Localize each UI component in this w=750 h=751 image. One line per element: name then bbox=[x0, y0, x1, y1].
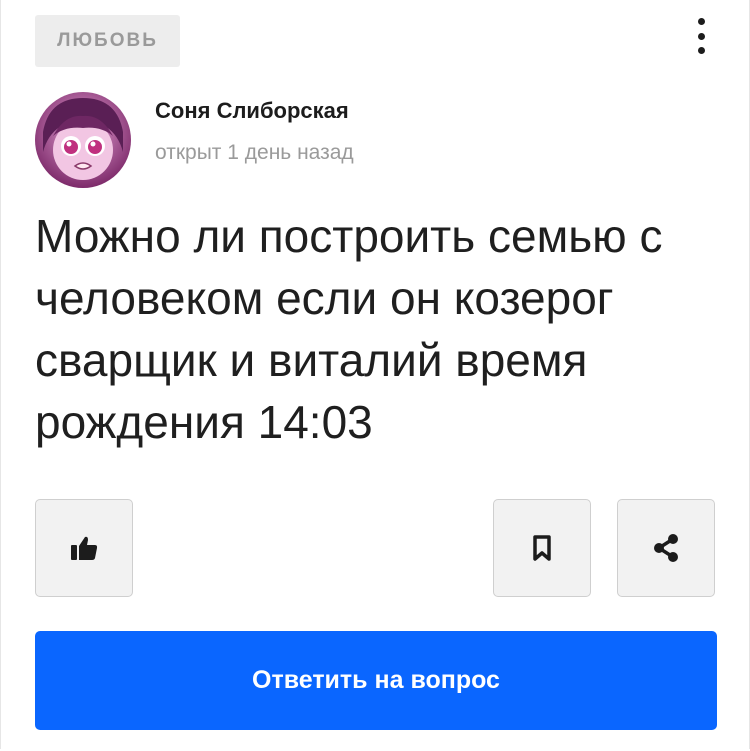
opened-time: открыт 1 день назад bbox=[155, 141, 354, 164]
post-card: ЛЮБОВЬ Соня Слиборская открыт 1 день наз… bbox=[0, 0, 750, 749]
question-text: Можно ли построить семью с человеком есл… bbox=[35, 210, 663, 448]
share-icon bbox=[654, 534, 678, 562]
like-button[interactable] bbox=[35, 499, 133, 597]
category-tag[interactable]: ЛЮБОВЬ bbox=[35, 15, 180, 67]
thumbs-up-icon bbox=[71, 536, 98, 560]
share-button[interactable] bbox=[617, 499, 715, 597]
author-name[interactable]: Соня Слиборская bbox=[155, 98, 349, 124]
avatar[interactable] bbox=[35, 92, 131, 188]
bookmark-button[interactable] bbox=[493, 499, 591, 597]
bookmark-icon bbox=[533, 535, 551, 561]
more-vertical-icon[interactable] bbox=[691, 18, 711, 54]
answer-question-button[interactable]: Ответить на вопрос bbox=[35, 631, 717, 730]
